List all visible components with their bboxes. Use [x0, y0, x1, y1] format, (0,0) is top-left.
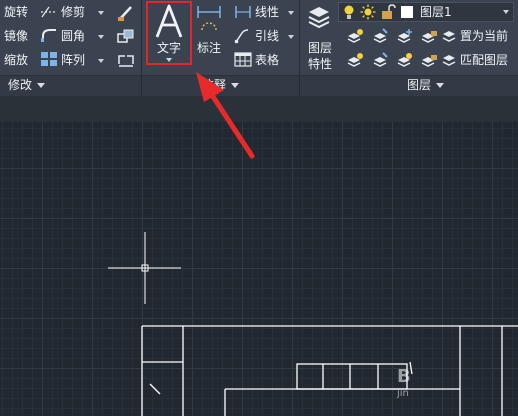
layer-properties-icon [308, 7, 330, 29]
panel-separator [141, 0, 142, 96]
layer-off-icon[interactable] [347, 29, 363, 43]
layers-panel-title[interactable]: 图层 [407, 76, 445, 94]
watermark-text: jin [397, 388, 409, 399]
current-layer-name: 图层1 [420, 5, 452, 19]
chevron-down-icon[interactable] [98, 59, 104, 63]
chevron-down-icon [436, 83, 445, 88]
erase-icon[interactable] [116, 4, 136, 22]
modify-panel-title[interactable]: 修改 [8, 76, 46, 94]
scale-label: 缩放 [4, 53, 29, 67]
mirror-label: 镜像 [4, 29, 29, 43]
drawing-geometry [108, 232, 518, 416]
layer-lock-icon[interactable] [421, 31, 437, 43]
modify-panel-title-text: 修改 [8, 78, 33, 92]
layer-unisolate-icon[interactable] [373, 52, 388, 67]
copy-icon[interactable] [116, 28, 136, 46]
fillet-label: 圆角 [61, 29, 86, 43]
leader-icon [234, 29, 249, 44]
chevron-down-icon[interactable] [98, 11, 104, 15]
layer-freeze-icon[interactable] [397, 29, 412, 43]
rotate-label: 旋转 [4, 5, 29, 19]
set-current-label: 置为当前 [460, 29, 509, 43]
leader-label: 引线 [255, 29, 280, 43]
layer-tools-icons [347, 28, 437, 67]
match-layer-label: 匹配图层 [460, 53, 509, 67]
array-icon [41, 52, 57, 66]
chevron-down-icon[interactable] [288, 11, 294, 15]
layers-panel-title-text: 图层 [407, 78, 432, 92]
chevron-down-icon[interactable] [503, 10, 509, 14]
layer-isolate-icon[interactable] [373, 28, 388, 43]
layer-properties-label: 图层 特性 [308, 41, 333, 71]
fillet-icon [41, 29, 56, 42]
chevron-down-icon[interactable] [98, 35, 104, 39]
match-layer-icon [442, 55, 456, 66]
dimension-icon [197, 6, 221, 31]
red-pointer-arrow [196, 72, 255, 159]
chevron-down-icon [37, 83, 46, 88]
linear-label: 线性 [255, 5, 280, 19]
watermark-letter: B [397, 366, 411, 387]
trim-label: 修剪 [61, 5, 86, 19]
chevron-down-icon[interactable] [288, 35, 294, 39]
lightbulb-icon[interactable] [343, 4, 355, 20]
layer-color-swatch[interactable] [401, 6, 413, 18]
drawing-canvas[interactable]: B jin [0, 122, 518, 416]
trim-icon [41, 6, 57, 18]
linear-dimension-icon [235, 6, 251, 18]
array-label: 阵列 [61, 53, 86, 67]
text-icon [155, 4, 183, 38]
crosshair-cursor [108, 232, 181, 304]
table-icon [234, 52, 252, 67]
unlock-icon[interactable] [380, 4, 396, 20]
explode-icon[interactable] [116, 52, 136, 70]
layer-unlock-icon[interactable] [421, 55, 437, 67]
floor-plan [141, 325, 518, 416]
dimension-label: 标注 [197, 41, 222, 55]
layer-on-icon[interactable] [347, 53, 363, 67]
sun-icon[interactable] [360, 4, 376, 20]
layer-thaw-icon[interactable] [397, 53, 412, 67]
chevron-down-icon[interactable] [166, 58, 172, 62]
set-current-icon [442, 31, 456, 42]
panel-separator [299, 0, 300, 96]
text-label: 文字 [157, 41, 182, 55]
table-label: 表格 [255, 53, 280, 67]
